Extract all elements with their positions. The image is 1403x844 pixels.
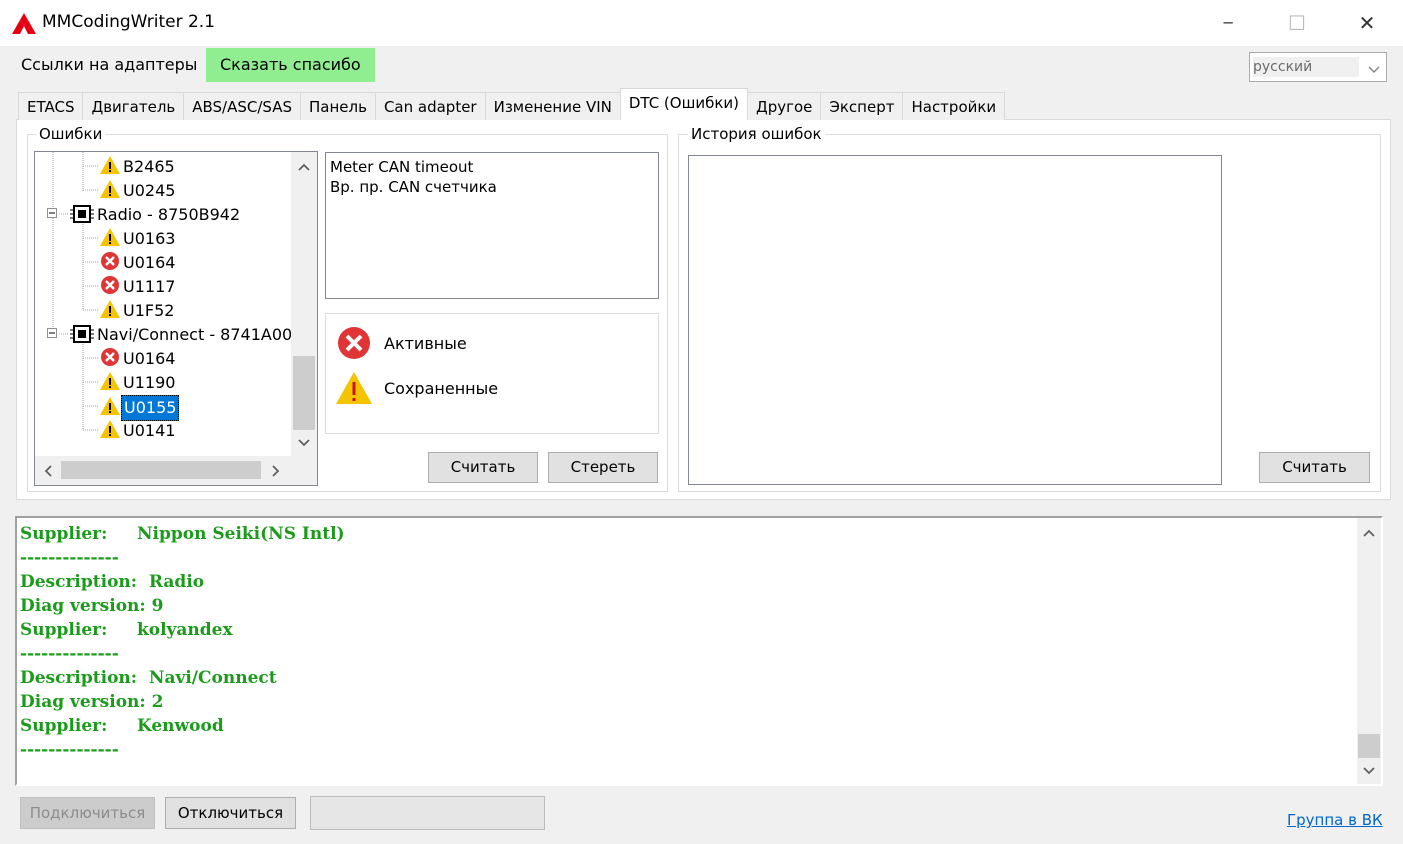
close-button[interactable]: ✕: [1332, 0, 1402, 46]
errors-group-title: Ошибки: [36, 125, 106, 143]
scroll-corner: [291, 456, 317, 485]
tree-item-ecu[interactable]: Radio - 8750B942: [69, 203, 242, 227]
scroll-down-icon[interactable]: [1363, 766, 1375, 776]
tab-strip: ETACS Двигатель ABS/ASC/SAS Панель Can a…: [18, 88, 1006, 120]
tab-expert[interactable]: Эксперт: [820, 92, 904, 120]
tab-dtc[interactable]: DTC (Ошибки): [619, 88, 748, 120]
log-line: Supplier: kolyandex: [20, 620, 233, 640]
tree-item[interactable]: U0163: [99, 227, 177, 251]
scroll-right-icon[interactable]: [271, 465, 281, 477]
language-value: русский: [1253, 57, 1359, 77]
tab-other[interactable]: Другое: [746, 92, 822, 120]
vk-group-link[interactable]: Группа в ВК: [1287, 811, 1383, 829]
scroll-thumb[interactable]: [61, 461, 261, 479]
tree-item[interactable]: U1190: [99, 371, 177, 395]
maximize-icon: ☐: [1288, 11, 1306, 35]
read-history-button[interactable]: Считать: [1259, 452, 1370, 483]
warning-icon: [100, 397, 120, 415]
scroll-up-icon[interactable]: [1363, 528, 1375, 538]
tab-settings[interactable]: Настройки: [902, 92, 1006, 120]
menu-adapters-links[interactable]: Ссылки на адаптеры: [7, 48, 211, 82]
collapse-icon[interactable]: [47, 208, 59, 220]
tree-item[interactable]: U0164: [99, 347, 177, 371]
close-icon: ✕: [1358, 11, 1376, 35]
read-dtc-button[interactable]: Считать: [428, 452, 538, 483]
window-title: MMCodingWriter 2.1: [42, 12, 215, 32]
scroll-up-icon[interactable]: [298, 162, 310, 172]
log-line: Diag version: 9: [20, 596, 164, 616]
warning-icon: [100, 180, 120, 198]
tab-abs[interactable]: ABS/ASC/SAS: [183, 92, 302, 120]
tab-can-adapter[interactable]: Can adapter: [374, 92, 486, 120]
log-line: Supplier: Nippon Seiki(NS Intl): [20, 524, 345, 544]
scroll-down-icon[interactable]: [298, 438, 310, 448]
menu-say-thanks[interactable]: Сказать спасибо: [206, 48, 375, 82]
tree-item-selected[interactable]: U0155: [99, 395, 180, 421]
legend-active-label: Активные: [384, 334, 467, 353]
warning-icon: [100, 372, 120, 390]
language-select[interactable]: русский: [1249, 52, 1387, 82]
log-console[interactable]: Supplier: Nippon Seiki(NS Intl) --------…: [15, 516, 1383, 786]
chip-icon: [70, 325, 94, 343]
tab-panel-meter[interactable]: Панель: [300, 92, 376, 120]
minimize-button[interactable]: ─: [1193, 0, 1263, 46]
tree-item[interactable]: U1117: [99, 275, 177, 299]
log-line: Diag version: 2: [20, 692, 164, 712]
warning-icon: [336, 372, 372, 404]
log-line: --------------: [20, 644, 119, 664]
console-vertical-scrollbar[interactable]: [1357, 518, 1381, 784]
log-line: Description: Radio: [20, 572, 205, 592]
tab-etacs[interactable]: ETACS: [18, 92, 84, 120]
scroll-thumb[interactable]: [293, 356, 315, 430]
minimize-icon: ─: [1223, 14, 1233, 32]
connect-button-disabled: Подключиться: [20, 797, 155, 829]
history-group-title: История ошибок: [688, 125, 825, 143]
error-icon: [101, 348, 119, 366]
tree-item[interactable]: U1F52: [99, 299, 176, 323]
tree-horizontal-scrollbar[interactable]: [35, 456, 291, 485]
error-icon: [101, 252, 119, 270]
tab-vin-change[interactable]: Изменение VIN: [484, 92, 621, 120]
legend-saved-label: Сохраненные: [384, 379, 499, 398]
tab-engine[interactable]: Двигатель: [82, 92, 185, 120]
log-line: --------------: [20, 740, 119, 760]
erase-dtc-button[interactable]: Стереть: [548, 452, 658, 483]
log-line: Supplier: Kenwood: [20, 716, 224, 736]
chip-icon: [70, 205, 94, 223]
log-line: Description: Navi/Connect: [20, 668, 277, 688]
warning-icon: [100, 228, 120, 246]
legend-box: Активные Сохраненные: [325, 313, 659, 434]
disconnect-button[interactable]: Отключиться: [165, 797, 296, 829]
tree-item[interactable]: U0245: [99, 179, 177, 203]
description-line-1: Meter CAN timeout: [330, 158, 474, 176]
collapse-icon[interactable]: [47, 328, 59, 340]
tree-item[interactable]: U0141: [99, 419, 177, 443]
warning-icon: [100, 156, 120, 174]
dtc-description-box[interactable]: Meter CAN timeout Вр. пр. CAN счетчика: [325, 152, 659, 299]
tree-item[interactable]: U0164: [99, 251, 177, 275]
dtc-tree[interactable]: B2465 U0245 Radio - 8750B942 U0163 U0164…: [34, 151, 318, 486]
progress-bar: [310, 796, 545, 830]
error-icon: [338, 327, 370, 359]
tree-item[interactable]: B2465: [99, 155, 177, 179]
tree-vertical-scrollbar[interactable]: [291, 152, 317, 456]
tree-item-ecu[interactable]: Navi/Connect - 8741A001: [69, 323, 304, 347]
warning-icon: [100, 420, 120, 438]
log-line: --------------: [20, 548, 119, 568]
scroll-left-icon[interactable]: [43, 465, 53, 477]
maximize-button[interactable]: ☐: [1262, 0, 1332, 46]
description-line-2: Вр. пр. CAN счетчика: [330, 178, 497, 196]
error-icon: [101, 276, 119, 294]
history-box[interactable]: [688, 155, 1222, 485]
mitsubishi-logo-icon: [12, 13, 36, 34]
chevron-down-icon: [1368, 60, 1380, 78]
scroll-thumb[interactable]: [1358, 734, 1380, 758]
warning-icon: [100, 300, 120, 318]
